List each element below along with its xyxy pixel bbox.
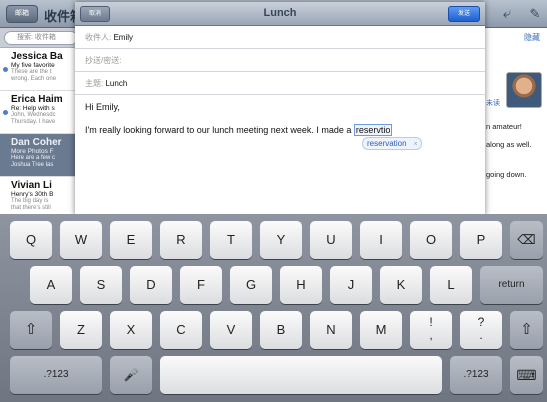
key-o[interactable]: O [410,221,452,259]
mailboxes-back-button[interactable]: 邮箱 [6,5,38,23]
subject-field[interactable]: 主题: Lunch [75,72,485,95]
body-line-text: I'm really looking forward to our lunch … [85,125,354,135]
numbers-key-right[interactable]: .?123 [450,356,502,394]
key-a[interactable]: A [30,266,72,304]
key-j[interactable]: J [330,266,372,304]
compose-sheet: 取消 Lunch 发送 收件人: Emily 抄送/密送: 主题: Lunch … [75,2,485,216]
mail-preview: These are the t [11,69,52,75]
key-k[interactable]: K [380,266,422,304]
key-question-period[interactable]: ? . [460,311,502,349]
subject-label: 主题: [85,79,104,88]
hide-button[interactable]: 隐藏 [524,32,540,43]
screen: 邮箱 收件箱 ⤶ ✎ ⚲ 搜索: 收件箱 Jessica Ba My five … [0,0,547,402]
key-r[interactable]: R [160,221,202,259]
key-w[interactable]: W [60,221,102,259]
key-s[interactable]: S [80,266,122,304]
mail-list-item-selected[interactable]: Dan Coher More Photos F Here are a few c… [0,134,80,177]
message-snippet: along as well. [486,140,532,149]
key-v[interactable]: V [210,311,252,349]
key-u[interactable]: U [310,221,352,259]
mail-preview: John, Wednesdc [11,112,56,118]
key-t[interactable]: T [210,221,252,259]
autocorrect-suggestion: reservation [367,139,407,148]
mail-preview: Joshua Tree las [11,162,54,168]
key-exclaim-bottom: , [429,328,433,342]
mail-subject: Re: Help with s [11,105,55,112]
unread-dot-icon [3,110,8,115]
dismiss-icon[interactable]: × [413,139,417,150]
mail-preview: wrong. Each one [11,76,57,82]
autocorrect-bubble[interactable]: reservation × [362,137,422,150]
onscreen-keyboard: Q W E R T Y U I O P ⌫ A S D F G H J K L … [0,214,547,402]
key-z[interactable]: Z [60,311,102,349]
cc-bcc-field[interactable]: 抄送/密送: [75,49,485,72]
hide-keyboard-icon[interactable]: ⌨ [510,356,543,394]
key-g[interactable]: G [230,266,272,304]
key-m[interactable]: M [360,311,402,349]
mail-list-item[interactable]: Jessica Ba My five favorite These are th… [0,48,80,91]
search-input[interactable]: 搜索: 收件箱 [4,31,78,45]
key-question-bottom: . [479,328,483,342]
message-snippet: going down. [486,170,527,179]
to-value: Emily [113,33,134,42]
typed-word-highlight: reservtio [353,124,393,136]
shift-right-icon[interactable]: ⇧ [510,311,543,349]
shift-left-icon[interactable]: ⇧ [10,311,52,349]
mail-list: Jessica Ba My five favorite These are th… [0,48,80,220]
key-d[interactable]: D [130,266,172,304]
key-exclaim-top: ! [429,315,433,329]
key-q[interactable]: Q [10,221,52,259]
numbers-key-left[interactable]: .?123 [10,356,102,394]
to-label: 收件人: [85,33,112,42]
key-exclaim-comma[interactable]: ! , [410,311,452,349]
mail-subject: Henry's 30th B [11,191,54,198]
return-key[interactable]: return [480,266,543,304]
cc-bcc-label: 抄送/密送: [85,56,122,65]
subject-value: Lunch [105,79,128,88]
key-p[interactable]: P [460,221,502,259]
mail-list-item[interactable]: Erica Haim Re: Help with s John, Wednesd… [0,91,80,134]
key-c[interactable]: C [160,311,202,349]
space-bar[interactable] [160,356,442,394]
message-snippet: n amateur! [486,122,522,131]
key-b[interactable]: B [260,311,302,349]
key-h[interactable]: H [280,266,322,304]
mail-from: Erica Haim [11,94,63,105]
compose-title: Lunch [263,7,297,19]
compose-toolbar: 取消 Lunch 发送 [75,2,485,26]
mail-preview: The big day is [11,198,49,204]
key-x[interactable]: X [110,311,152,349]
backspace-icon[interactable]: ⌫ [510,221,543,259]
mark-unread-link[interactable]: 未读 [486,98,500,108]
body-greeting[interactable]: Hi Emily, [85,102,120,112]
sender-avatar [506,72,542,108]
compose-icon[interactable]: ✎ [526,5,544,23]
mail-subject: My five favorite [11,62,55,69]
key-n[interactable]: N [310,311,352,349]
key-l[interactable]: L [430,266,472,304]
mail-from: Vivian Li [11,180,52,191]
mail-preview: Thursday. I have [11,119,56,125]
key-y[interactable]: Y [260,221,302,259]
unread-dot-icon [3,67,8,72]
body-line[interactable]: I'm really looking forward to our lunch … [85,124,393,136]
key-f[interactable]: F [180,266,222,304]
reply-arrow-icon[interactable]: ⤶ [498,5,516,23]
microphone-icon[interactable]: 🎤 [110,356,152,394]
key-e[interactable]: E [110,221,152,259]
mail-preview: that there's still [11,205,51,211]
mail-preview: Here are a few c [11,155,56,161]
mail-subject: More Photos F [11,148,54,155]
to-field[interactable]: 收件人: Emily [75,26,485,49]
search-bar: ⚲ 搜索: 收件箱 [0,28,80,48]
mail-from: Jessica Ba [11,51,63,62]
key-question-top: ? [477,315,485,329]
send-button[interactable]: 发送 [448,6,480,22]
mail-from: Dan Coher [11,137,62,148]
key-i[interactable]: I [360,221,402,259]
